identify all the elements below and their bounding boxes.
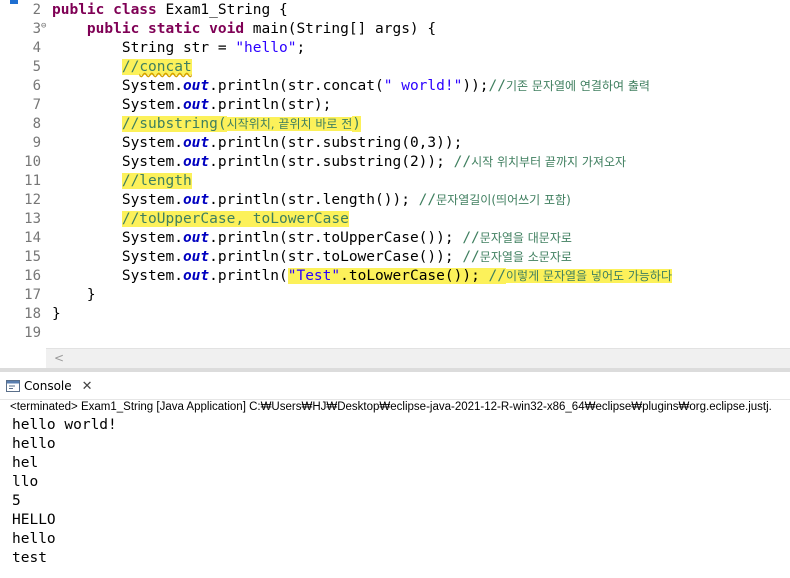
code-text: System.out.println(str.substring(0,3)); xyxy=(52,135,463,151)
code-line[interactable]: 13 //toUpperCase, toLowerCase xyxy=(0,210,790,229)
line-number: 8 xyxy=(32,116,41,132)
line-number: 17 xyxy=(24,287,41,303)
code-text: System.out.println(str.length()); //문자열길… xyxy=(52,192,571,208)
code-line[interactable]: 9 System.out.println(str.substring(0,3))… xyxy=(0,134,790,153)
code-text: System.out.println(str.concat(" world!")… xyxy=(52,78,650,94)
code-line[interactable]: 15 System.out.println(str.toLowerCase())… xyxy=(0,248,790,267)
line-number: 6 xyxy=(32,78,41,94)
console-output-line: llo xyxy=(12,474,39,490)
line-number: 5 xyxy=(32,59,41,75)
console-tab-bar: Console ✕ xyxy=(0,372,790,400)
line-number: 7 xyxy=(32,97,41,113)
code-line[interactable]: 17 } xyxy=(0,286,790,305)
code-text: String str = "hello"; xyxy=(52,40,306,56)
code-text: //length xyxy=(121,173,192,189)
code-line[interactable]: 19 xyxy=(0,324,790,343)
line-number: 12 xyxy=(24,192,41,208)
code-line[interactable]: 18} xyxy=(0,305,790,324)
code-line[interactable]: 16 System.out.println("Test".toLowerCase… xyxy=(0,267,790,286)
code-line[interactable]: 6 System.out.println(str.concat(" world!… xyxy=(0,77,790,96)
line-number: 3 xyxy=(32,21,41,37)
line-number: 4 xyxy=(32,40,41,56)
line-number: 19 xyxy=(24,325,41,341)
console-output-line: hello xyxy=(12,436,56,452)
line-number: 15 xyxy=(24,249,41,265)
code-line[interactable]: 12 System.out.println(str.length()); //문… xyxy=(0,191,790,210)
line-number: 14 xyxy=(24,230,41,246)
line-number: 9 xyxy=(32,135,41,151)
console-output: hello world! hello hel llo 5 HELLO hello test xyxy=(12,416,782,568)
console-icon xyxy=(6,380,20,392)
code-text: //substring(시작위치, 끝위치 바로 전) xyxy=(121,116,362,132)
code-text: //concat xyxy=(121,59,192,75)
code-text: System.out.println(str.toLowerCase()); /… xyxy=(52,249,572,265)
console-output-line: HELLO xyxy=(12,512,56,528)
code-text: public static void main(String[] args) { xyxy=(86,21,437,37)
code-text: //toUpperCase, toLowerCase xyxy=(121,211,349,227)
code-line[interactable]: 3 ⊖ public static void main(String[] args… xyxy=(0,20,790,39)
fold-collapse-icon[interactable]: ⊖ xyxy=(41,17,46,36)
console-output-line: hello world! xyxy=(12,417,117,433)
code-text: System.out.println(str.toUpperCase()); /… xyxy=(52,230,572,246)
code-line[interactable]: 4 String str = "hello"; xyxy=(0,39,790,58)
tab-console[interactable]: Console ✕ xyxy=(6,375,93,397)
code-line[interactable]: 8 //substring(시작위치, 끝위치 바로 전) xyxy=(0,115,790,134)
line-number: 13 xyxy=(24,211,41,227)
console-output-line: test xyxy=(12,550,47,566)
tab-console-label: Console xyxy=(24,379,72,393)
console-output-line: 5 xyxy=(12,493,21,509)
code-text: public class Exam1_String { xyxy=(52,2,288,18)
console-output-line: hello xyxy=(12,531,56,547)
editor-horizontal-scrollbar[interactable]: < xyxy=(46,348,790,369)
code-line[interactable]: 5 //concat xyxy=(0,58,790,77)
code-text: } xyxy=(52,306,61,322)
code-line[interactable]: 7 System.out.println(str); xyxy=(0,96,790,115)
code-line[interactable]: 2 public class Exam1_String { xyxy=(0,1,790,20)
code-text: System.out.println(str.substring(2)); //… xyxy=(52,154,627,170)
code-text: } xyxy=(52,287,96,303)
code-text: System.out.println("Test".toLowerCase())… xyxy=(52,268,673,284)
console-output-line: hel xyxy=(12,455,39,471)
code-line[interactable]: 10 System.out.println(str.substring(2));… xyxy=(0,153,790,172)
code-line[interactable]: 14 System.out.println(str.toUpperCase())… xyxy=(0,229,790,248)
close-icon[interactable]: ✕ xyxy=(82,379,93,394)
line-number: 2 xyxy=(32,2,41,18)
line-number: 11 xyxy=(24,173,41,189)
scroll-left-arrow-icon[interactable]: < xyxy=(54,351,64,365)
code-text: System.out.println(str); xyxy=(52,97,332,113)
console-status-line: <terminated> Exam1_String [Java Applicat… xyxy=(10,401,772,413)
code-editor[interactable]: 2 public class Exam1_String { 3 ⊖ public st… xyxy=(0,0,790,348)
line-number: 16 xyxy=(24,268,41,284)
line-number: 10 xyxy=(24,154,41,170)
line-number: 18 xyxy=(24,306,41,322)
code-line[interactable]: 11 //length xyxy=(0,172,790,191)
